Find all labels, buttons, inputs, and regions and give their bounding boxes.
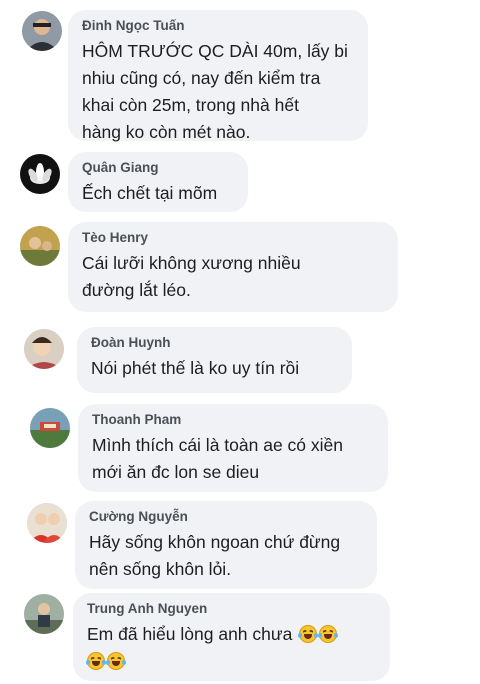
rolling-laughing-emoji-icon bbox=[86, 652, 106, 670]
commenter-name[interactable]: Tèo Henry bbox=[82, 229, 384, 247]
commenter-name[interactable]: Trung Anh Nguyen bbox=[87, 600, 376, 618]
comment-text: Hãy sống khôn ngoan chứ đừng nên sống kh… bbox=[89, 532, 341, 579]
avatar[interactable] bbox=[24, 329, 64, 369]
avatar-photo-icon bbox=[24, 594, 64, 634]
comment-text: Em đã hiểu lòng anh chưa bbox=[86, 621, 376, 675]
avatar-photo-icon bbox=[24, 329, 64, 369]
avatar[interactable] bbox=[20, 226, 60, 266]
commenter-name[interactable]: Quân Giang bbox=[82, 159, 234, 177]
comment-bubble: Đoàn Huynh Nói phét thế là ko uy tín rồi bbox=[77, 327, 352, 393]
comment-text-body: Em đã hiểu lòng anh chưa bbox=[87, 624, 293, 644]
rolling-laughing-emoji-icon bbox=[298, 625, 319, 643]
comment-bubble: Đinh Ngọc Tuấn HÔM TRƯỚC QC DÀI 40m, lấy… bbox=[68, 10, 368, 142]
avatar-photo-icon bbox=[27, 503, 67, 543]
rolling-laughing-emoji-icon bbox=[106, 652, 126, 670]
comment-text: HÔM TRƯỚC QC DÀI 40m, lấy bi nhiu cũng c… bbox=[82, 41, 348, 142]
avatar-photo-icon bbox=[30, 408, 70, 448]
avatar[interactable] bbox=[20, 154, 60, 194]
comment-text: Nói phét thế là ko uy tín rồi bbox=[91, 358, 300, 378]
rolling-laughing-emoji-icon bbox=[318, 625, 339, 643]
commenter-name[interactable]: Đoàn Huynh bbox=[91, 334, 338, 352]
comment-bubble: Cường Nguyễn Hãy sống khôn ngoan chứ đừn… bbox=[75, 501, 377, 589]
comment-bubble: Quân Giang Ếch chết tại mõm bbox=[68, 152, 248, 212]
commenter-name[interactable]: Thoanh Pham bbox=[92, 411, 374, 429]
comment-text: Cái lưỡi không xương nhiều đường lắt léo… bbox=[82, 253, 301, 300]
comment-bubble: Tèo Henry Cái lưỡi không xương nhiều đườ… bbox=[68, 222, 398, 312]
avatar[interactable] bbox=[27, 503, 67, 543]
comment-bubble: Trung Anh Nguyen Em đã hiểu lòng anh chư… bbox=[73, 593, 390, 681]
avatar[interactable] bbox=[22, 11, 62, 51]
commenter-name[interactable]: Đinh Ngọc Tuấn bbox=[82, 17, 354, 35]
comment-text: Ếch chết tại mõm bbox=[82, 183, 218, 203]
comment-text: Mình thích cái là toàn ae có xiền mới ăn… bbox=[92, 435, 343, 482]
avatar[interactable] bbox=[24, 594, 64, 634]
commenter-name[interactable]: Cường Nguyễn bbox=[89, 508, 363, 526]
comment-bubble: Thoanh Pham Mình thích cái là toàn ae có… bbox=[78, 404, 388, 492]
avatar-photo-icon bbox=[20, 226, 60, 266]
avatar[interactable] bbox=[30, 408, 70, 448]
avatar-lotus-icon bbox=[20, 154, 60, 194]
avatar-photo-icon bbox=[22, 11, 62, 51]
